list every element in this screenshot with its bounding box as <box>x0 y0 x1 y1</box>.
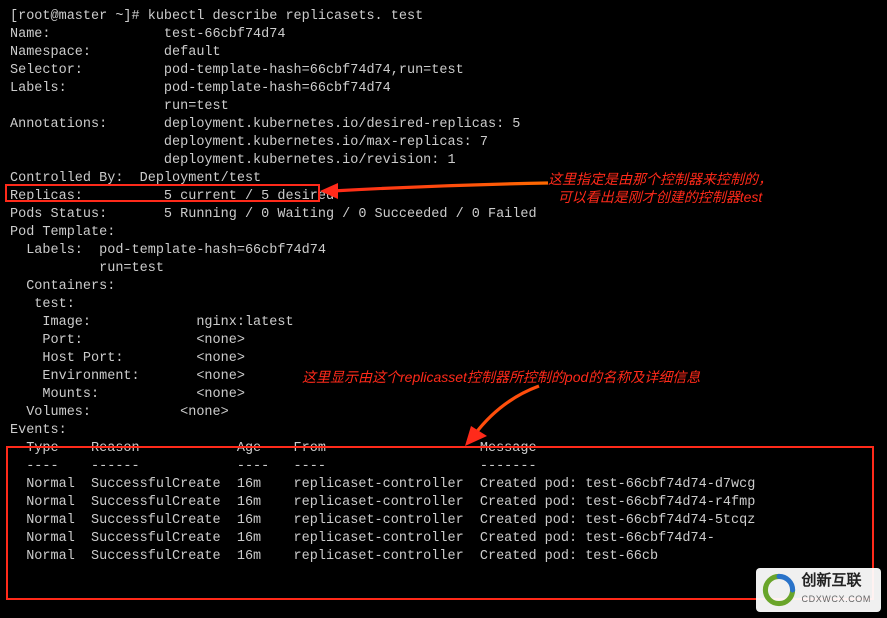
watermark: 创新互联 CDXWCX.COM <box>756 568 882 612</box>
annotation-middle: 这里显示由这个replicasset控制器所控制的pod的名称及详细信息 <box>302 368 700 386</box>
terminal-line: Selector: pod-template-hash=66cbf74d74,r… <box>10 62 877 80</box>
terminal-line: test: <box>10 296 877 314</box>
terminal-line: [root@master ~]# kubectl describe replic… <box>10 8 877 26</box>
terminal-line: run=test <box>10 98 877 116</box>
terminal-line: Containers: <box>10 278 877 296</box>
terminal-line: Pods Status: 5 Running / 0 Waiting / 0 S… <box>10 206 877 224</box>
terminal-line: Mounts: <none> <box>10 386 877 404</box>
terminal-line: Annotations: deployment.kubernetes.io/de… <box>10 116 877 134</box>
watermark-logo-icon <box>762 573 796 607</box>
watermark-brand: 创新互联 <box>802 572 862 589</box>
terminal-line: Normal SuccessfulCreate 16m replicaset-c… <box>10 548 877 566</box>
watermark-sub: CDXWCX.COM <box>802 590 872 608</box>
terminal-line: Image: nginx:latest <box>10 314 877 332</box>
terminal-line: Volumes: <none> <box>10 404 877 422</box>
terminal-line: Events: <box>10 422 877 440</box>
terminal-line: Type Reason Age From Message <box>10 440 877 458</box>
terminal-line: deployment.kubernetes.io/max-replicas: 7 <box>10 134 877 152</box>
terminal-line: deployment.kubernetes.io/revision: 1 <box>10 152 877 170</box>
terminal-line: ---- ------ ---- ---- ------- <box>10 458 877 476</box>
terminal-output: [root@master ~]# kubectl describe replic… <box>10 8 877 566</box>
terminal-line: Normal SuccessfulCreate 16m replicaset-c… <box>10 494 877 512</box>
terminal-line: run=test <box>10 260 877 278</box>
terminal-line: Normal SuccessfulCreate 16m replicaset-c… <box>10 512 877 530</box>
terminal-line: Pod Template: <box>10 224 877 242</box>
terminal-line: Port: <none> <box>10 332 877 350</box>
terminal-line: Normal SuccessfulCreate 16m replicaset-c… <box>10 476 877 494</box>
terminal-line: Host Port: <none> <box>10 350 877 368</box>
terminal-line: Labels: pod-template-hash=66cbf74d74 <box>10 80 877 98</box>
terminal-line: Name: test-66cbf74d74 <box>10 26 877 44</box>
terminal-line: Normal SuccessfulCreate 16m replicaset-c… <box>10 530 877 548</box>
terminal-line: Labels: pod-template-hash=66cbf74d74 <box>10 242 877 260</box>
terminal-line: Namespace: default <box>10 44 877 62</box>
annotation-top: 这里指定是由那个控制器来控制的， 可以看出是刚才创建的控制器test <box>548 170 772 206</box>
